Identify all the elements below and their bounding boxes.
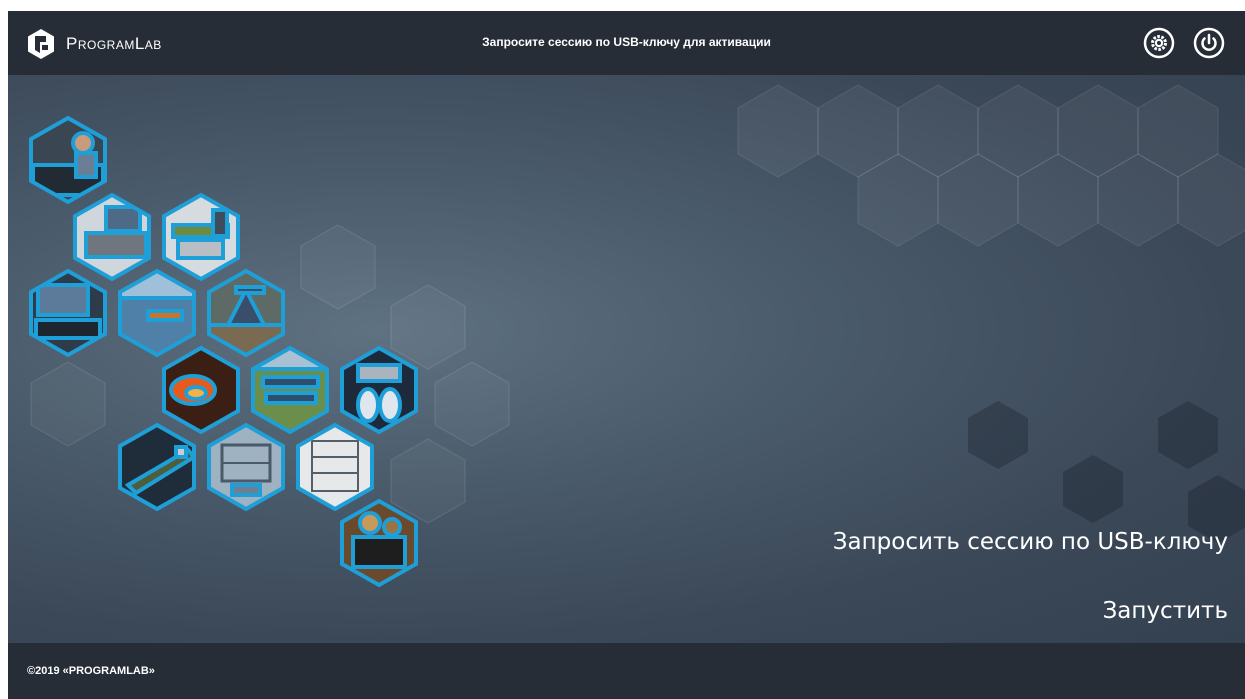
power-button[interactable] [1193, 27, 1225, 59]
hex-image-lab-bench [75, 195, 149, 279]
hexagon-background [29, 84, 1245, 588]
settings-icon [1143, 27, 1175, 59]
header-bar: ProgramLab Запросите сессию по USB-ключу… [8, 11, 1245, 75]
hex-image-rocket [342, 348, 416, 432]
header-title: Запросите сессию по USB-ключу для актива… [482, 35, 771, 49]
main-area: Запросить сессию по USB-ключу Запустить [8, 75, 1245, 643]
hex-image-equipment-rack [298, 425, 372, 509]
copyright-text: ©2019 «PROGRAMLAB» [27, 665, 155, 677]
power-icon [1193, 27, 1225, 59]
app-window: ProgramLab Запросите сессию по USB-ключу… [8, 11, 1245, 699]
launch-button[interactable]: Запустить [1103, 598, 1228, 624]
hex-image-pump-jack [209, 271, 283, 355]
hex-image-workstation [31, 271, 105, 355]
hex-image-substation [253, 348, 327, 432]
hex-image-operator [31, 118, 105, 202]
settings-button[interactable] [1143, 27, 1175, 59]
footer-bar: ©2019 «PROGRAMLAB» [8, 643, 1245, 699]
hex-image-frame [209, 425, 283, 509]
hex-image-furnace [164, 348, 238, 432]
hex-image-tanker [120, 425, 194, 509]
hex-image-optics [120, 271, 194, 355]
hex-image-conveyor [164, 195, 238, 279]
request-session-button[interactable]: Запросить сессию по USB-ключу [833, 529, 1228, 555]
